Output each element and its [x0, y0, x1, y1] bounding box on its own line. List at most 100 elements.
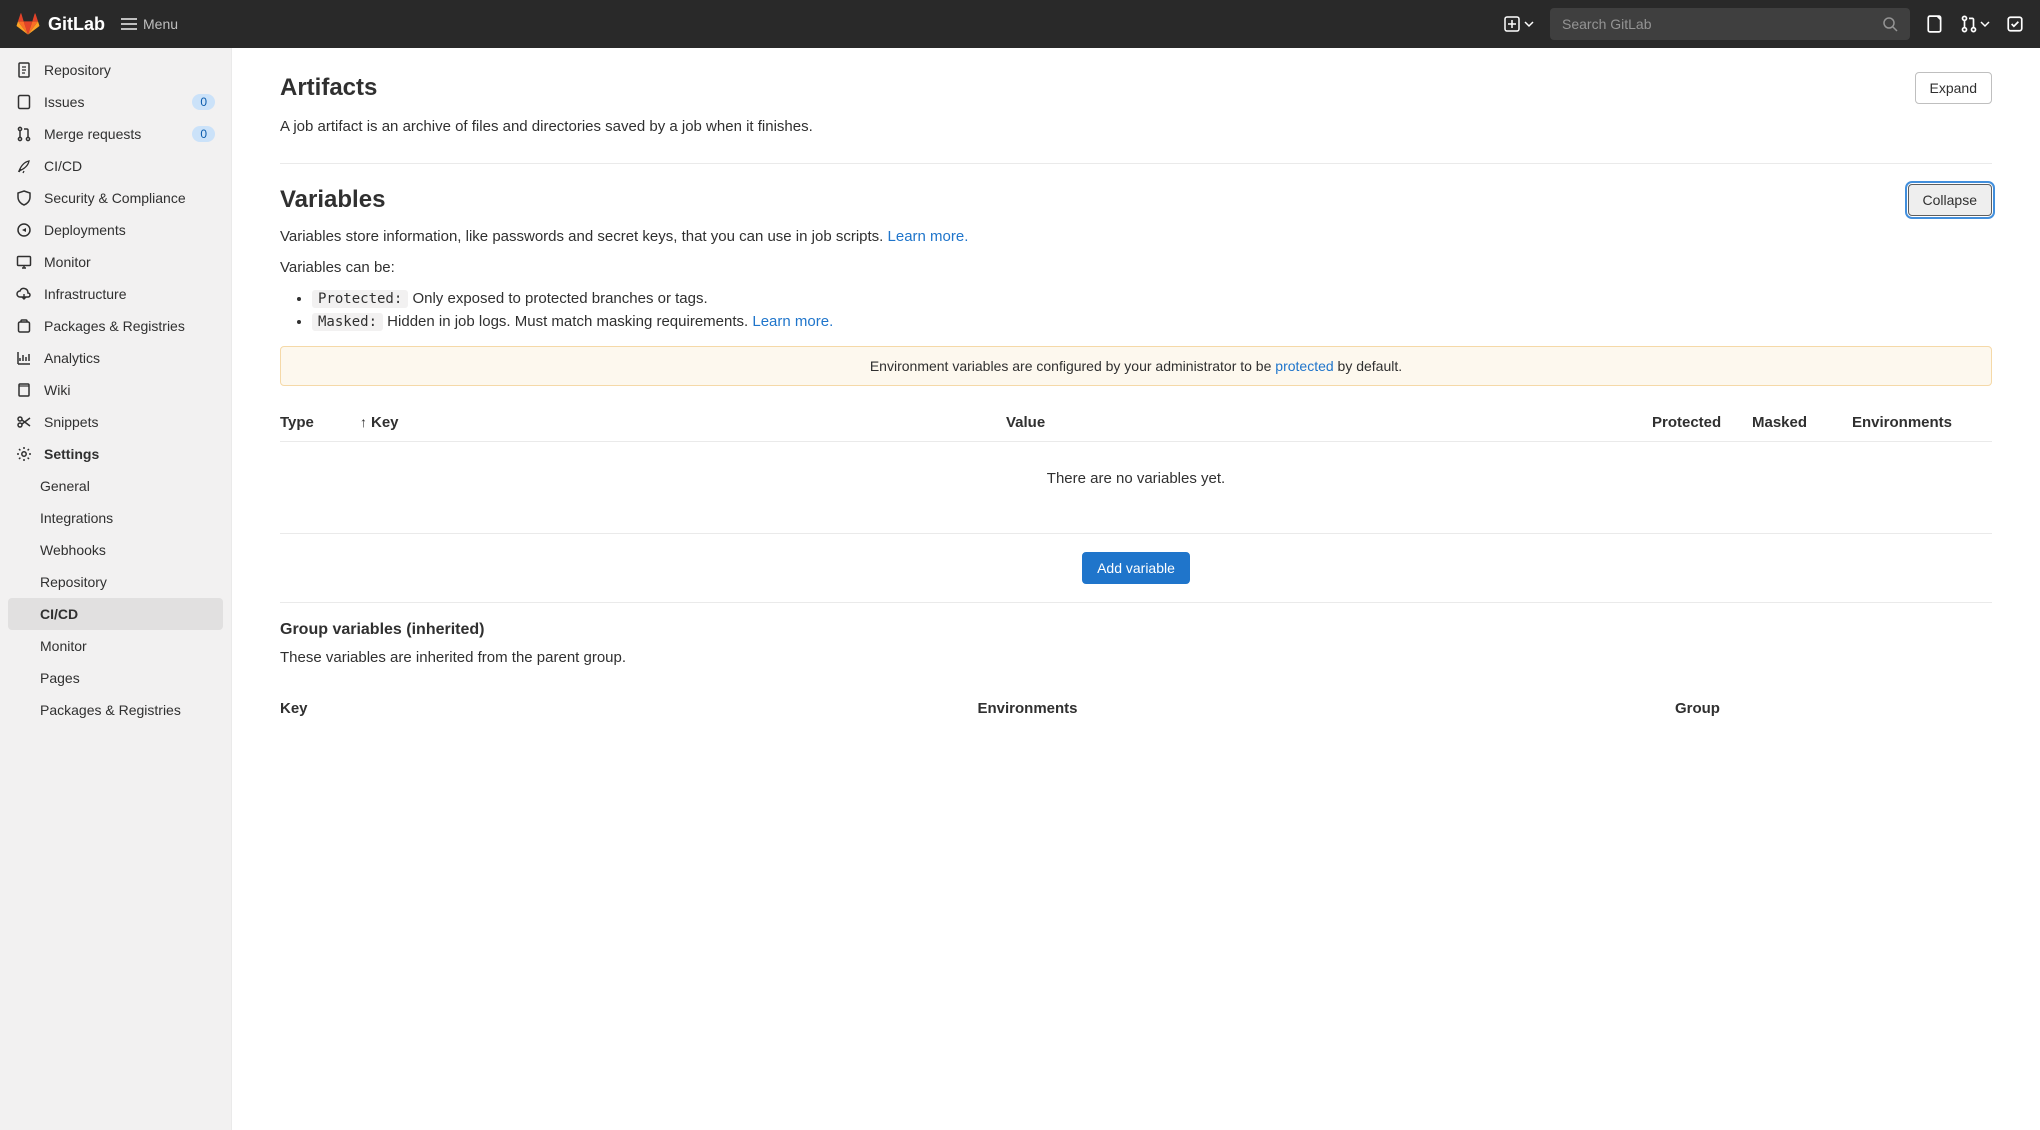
file-icon: [16, 62, 32, 78]
col-masked[interactable]: Masked: [1752, 414, 1852, 431]
scissors-icon: [16, 414, 32, 430]
sidebar-label: Merge requests: [44, 126, 180, 142]
sidebar-label: CI/CD: [44, 158, 215, 174]
masked-tag: Masked:: [312, 313, 383, 331]
sidebar-label: Infrastructure: [44, 286, 215, 302]
sidebar-item-monitor[interactable]: Monitor: [0, 246, 231, 278]
variables-table: Type ↑ Key Value Protected Masked Enviro…: [280, 402, 1992, 515]
protected-link[interactable]: protected: [1275, 358, 1333, 374]
merge-request-icon: [16, 126, 32, 142]
sidebar-label: Analytics: [44, 350, 215, 366]
sidebar: Repository Issues 0 Merge requests 0 CI/…: [0, 48, 232, 1130]
search-icon: [1882, 16, 1898, 32]
variables-empty-message: There are no variables yet.: [280, 442, 1992, 515]
learn-more-masked-link[interactable]: Learn more.: [752, 313, 833, 330]
gcol-environments[interactable]: Environments: [977, 700, 1674, 717]
protected-tag: Protected:: [312, 290, 408, 308]
variables-intro-1: Variables store information, like passwo…: [280, 228, 1992, 245]
expand-artifacts-button[interactable]: Expand: [1915, 72, 1992, 104]
menu-button[interactable]: Menu: [121, 16, 178, 32]
sidebar-label: Wiki: [44, 382, 215, 398]
artifacts-title: Artifacts: [280, 74, 377, 102]
learn-more-link[interactable]: Learn more.: [888, 228, 969, 245]
sidebar-subitem-repository[interactable]: Repository: [0, 566, 231, 598]
sidebar-subitem-integrations[interactable]: Integrations: [0, 502, 231, 534]
gitlab-logo[interactable]: GitLab: [16, 12, 105, 36]
sidebar-item-infrastructure[interactable]: Infrastructure: [0, 278, 231, 310]
gcol-key[interactable]: Key: [280, 700, 977, 717]
sidebar-subitem-general[interactable]: General: [0, 470, 231, 502]
gcol-group[interactable]: Group: [1675, 700, 1992, 717]
divider: [280, 602, 1992, 603]
sidebar-item-security[interactable]: Security & Compliance: [0, 182, 231, 214]
sidebar-subitem-monitor[interactable]: Monitor: [0, 630, 231, 662]
sidebar-item-deployments[interactable]: Deployments: [0, 214, 231, 246]
sidebar-label: Monitor: [44, 254, 215, 270]
group-variables-description: These variables are inherited from the p…: [280, 649, 1992, 666]
col-type[interactable]: Type: [280, 414, 360, 431]
search-input[interactable]: [1562, 16, 1882, 32]
artifacts-section: Artifacts Expand A job artifact is an ar…: [280, 72, 1992, 139]
sidebar-label: Security & Compliance: [44, 190, 215, 206]
sidebar-subitem-webhooks[interactable]: Webhooks: [0, 534, 231, 566]
sidebar-subitem-cicd[interactable]: CI/CD: [8, 598, 223, 630]
variable-type-masked: Masked: Hidden in job logs. Must match m…: [312, 313, 1992, 330]
monitor-icon: [16, 254, 32, 270]
issue-icon: [16, 94, 32, 110]
book-icon: [16, 382, 32, 398]
sidebar-item-wiki[interactable]: Wiki: [0, 374, 231, 406]
group-variables-title: Group variables (inherited): [280, 621, 1992, 639]
variable-type-protected: Protected: Only exposed to protected bra…: [312, 290, 1992, 307]
sidebar-subitem-packages[interactable]: Packages & Registries: [0, 694, 231, 726]
group-variables-table-header: Key Environments Group: [280, 688, 1992, 727]
sidebar-item-cicd[interactable]: CI/CD: [0, 150, 231, 182]
col-environments[interactable]: Environments: [1852, 414, 1992, 431]
todo-nav-icon[interactable]: [2006, 15, 2024, 33]
sidebar-item-analytics[interactable]: Analytics: [0, 342, 231, 374]
search-box[interactable]: [1550, 8, 1910, 40]
collapse-variables-button[interactable]: Collapse: [1908, 184, 1992, 216]
gitlab-icon: [16, 12, 40, 36]
sidebar-item-packages[interactable]: Packages & Registries: [0, 310, 231, 342]
issues-count-badge: 0: [192, 94, 215, 110]
sidebar-label: Issues: [44, 94, 180, 110]
create-new-button[interactable]: [1504, 16, 1534, 32]
deployment-icon: [16, 222, 32, 238]
divider: [280, 533, 1992, 534]
merge-requests-nav-icon[interactable]: [1960, 15, 1990, 33]
sidebar-item-repository[interactable]: Repository: [0, 54, 231, 86]
chevron-down-icon: [1524, 19, 1534, 29]
menu-label: Menu: [143, 16, 178, 32]
artifacts-description: A job artifact is an archive of files an…: [280, 116, 1992, 139]
gear-icon: [16, 446, 32, 462]
package-icon: [16, 318, 32, 334]
col-key[interactable]: ↑ Key: [360, 414, 1006, 431]
sidebar-label: Settings: [44, 446, 215, 462]
variables-title: Variables: [280, 186, 385, 214]
sidebar-subitem-pages[interactable]: Pages: [0, 662, 231, 694]
col-value[interactable]: Value: [1006, 414, 1652, 431]
cloud-icon: [16, 286, 32, 302]
sidebar-item-settings[interactable]: Settings: [0, 438, 231, 470]
divider: [280, 163, 1992, 164]
protected-alert-banner: Environment variables are configured by …: [280, 346, 1992, 386]
hamburger-icon: [121, 18, 137, 30]
plus-square-icon: [1504, 16, 1520, 32]
variables-section: Variables Collapse Variables store infor…: [280, 184, 1992, 727]
sort-ascending-icon: ↑: [360, 414, 367, 430]
sidebar-settings-submenu: General Integrations Webhooks Repository…: [0, 470, 231, 726]
main-content: Artifacts Expand A job artifact is an ar…: [232, 48, 2040, 1130]
issues-nav-icon[interactable]: [1926, 15, 1944, 33]
sidebar-label: Packages & Registries: [44, 318, 215, 334]
top-navigation: GitLab Menu: [0, 0, 2040, 48]
add-variable-button[interactable]: Add variable: [1082, 552, 1190, 584]
sidebar-item-merge-requests[interactable]: Merge requests 0: [0, 118, 231, 150]
group-variables-section: Group variables (inherited) These variab…: [280, 621, 1992, 727]
chart-icon: [16, 350, 32, 366]
col-protected[interactable]: Protected: [1652, 414, 1752, 431]
sidebar-item-issues[interactable]: Issues 0: [0, 86, 231, 118]
sidebar-label: Deployments: [44, 222, 215, 238]
chevron-down-icon: [1980, 19, 1990, 29]
sidebar-item-snippets[interactable]: Snippets: [0, 406, 231, 438]
mr-count-badge: 0: [192, 126, 215, 142]
